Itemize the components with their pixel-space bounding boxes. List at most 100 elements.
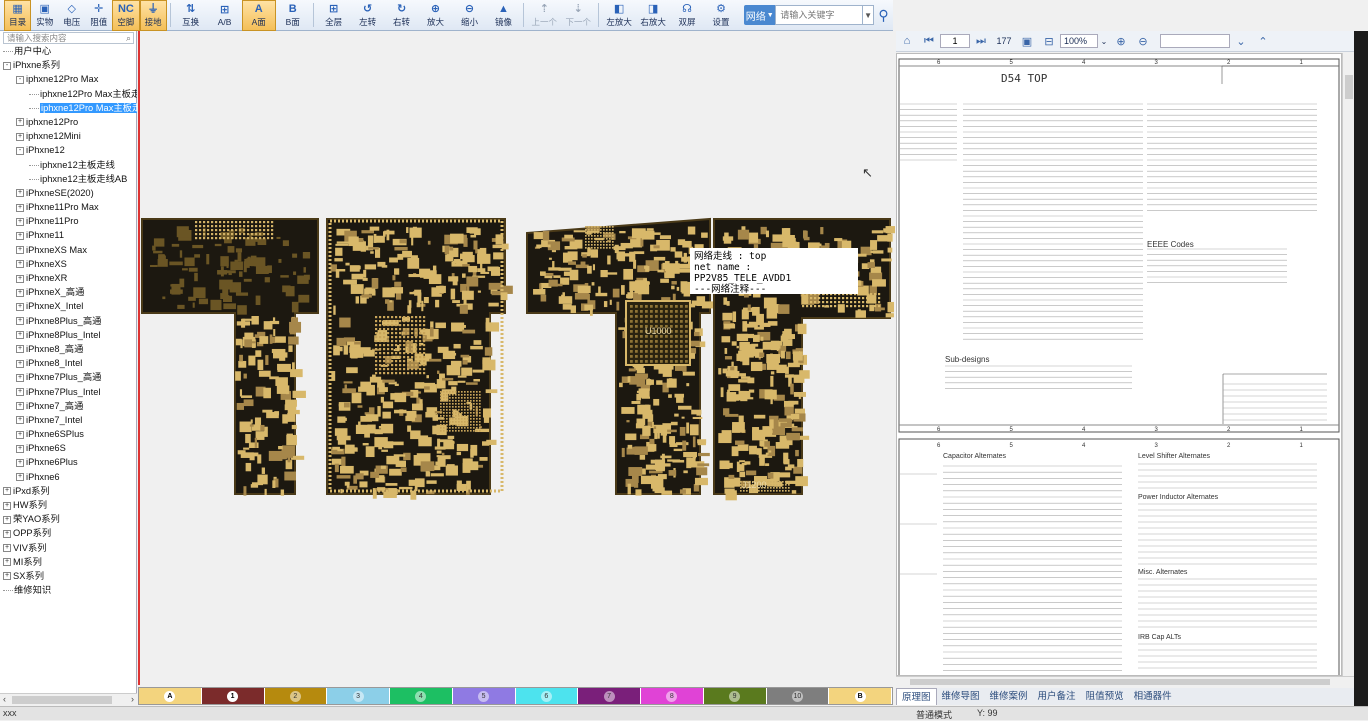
tree-node[interactable]: - iphxne12Pro Max xyxy=(0,72,137,86)
layer-tab[interactable]: 2 xyxy=(264,688,328,704)
expand-icon[interactable]: + xyxy=(16,260,24,269)
zoom-dropdown-icon[interactable]: ⌄ xyxy=(1098,37,1110,46)
tab-4[interactable]: 阻值预览 xyxy=(1081,688,1129,705)
last-page-icon[interactable]: ⏭ xyxy=(970,35,992,48)
keyword-search-input[interactable] xyxy=(775,5,864,25)
prev-button[interactable]: ⇡ 上一个 xyxy=(527,0,561,31)
tree-node[interactable]: + iPhxne7_Intel xyxy=(0,413,137,427)
zoom-out-button[interactable]: ⊖ 缩小 xyxy=(453,0,487,31)
document-horizontal-scrollbar[interactable] xyxy=(896,676,1354,687)
tree-node[interactable]: + iPhxne7_高通 xyxy=(0,399,137,413)
tree-node[interactable]: + MI系列 xyxy=(0,555,137,569)
expand-icon[interactable]: + xyxy=(16,359,24,368)
tree-node[interactable]: + VIV系列 xyxy=(0,541,137,555)
tree-node[interactable]: - iPhxne系列 xyxy=(0,58,137,72)
expand-icon[interactable]: + xyxy=(16,373,24,382)
tree-node[interactable]: + iPhxne6SPlus xyxy=(0,427,137,441)
tree-node[interactable]: + iPhxne6Plus xyxy=(0,455,137,469)
find-prev-icon[interactable]: ⌃ xyxy=(1252,35,1274,48)
expand-icon[interactable]: + xyxy=(3,544,11,553)
expand-icon[interactable]: + xyxy=(16,345,24,354)
layer-tab[interactable]: 10 xyxy=(766,688,830,704)
settings-button[interactable]: ⚙ 设置 xyxy=(704,0,738,31)
expand-icon[interactable]: + xyxy=(3,515,11,524)
voltage-button[interactable]: ◇ 电压 xyxy=(58,0,85,31)
first-page-icon[interactable]: ⏮ xyxy=(918,35,940,48)
tree-node[interactable]: + iPhxne8Plus_Intel xyxy=(0,328,137,342)
mirror-button[interactable]: ▲ 镜像 xyxy=(486,0,520,31)
tree-node[interactable]: + iPhxne6S xyxy=(0,441,137,455)
expand-icon[interactable]: + xyxy=(16,331,24,340)
next-button[interactable]: ⇣ 下一个 xyxy=(561,0,595,31)
nc-pin-button[interactable]: NC 空脚 xyxy=(112,0,140,31)
tab-2[interactable]: 维修案例 xyxy=(985,688,1033,705)
collapse-icon[interactable]: - xyxy=(3,61,11,70)
layer-tab[interactable]: 6 xyxy=(515,688,579,704)
right-zoom-button[interactable]: ◨ 右放大 xyxy=(636,0,670,31)
tree-node[interactable]: + iPhxneSE(2020) xyxy=(0,186,137,200)
collapse-icon[interactable]: - xyxy=(16,146,24,155)
tree-node[interactable]: + iPhxneX_Intel xyxy=(0,299,137,313)
tree-search-input[interactable]: 请输入搜索内容 ⌕ xyxy=(3,32,134,44)
scroll-thumb[interactable] xyxy=(1345,75,1353,99)
zoom-out-icon[interactable]: ⊖ xyxy=(1132,35,1154,48)
rotate-right-button[interactable]: ↻ 右转 xyxy=(385,0,419,31)
tree-node[interactable]: + iPhxne11 xyxy=(0,228,137,242)
zoom-in-icon[interactable]: ⊕ xyxy=(1110,35,1132,48)
b-side-button[interactable]: B B面 xyxy=(276,0,310,31)
layer-tab[interactable]: B xyxy=(829,688,892,704)
tree-horizontal-scrollbar[interactable]: ‹ › xyxy=(0,693,137,706)
zoom-select[interactable]: 100% xyxy=(1060,34,1098,48)
board-canvas[interactable]: U1000 J1200 网络走线 : top net name : PP2V85_… xyxy=(138,31,895,685)
expand-icon[interactable]: + xyxy=(16,231,24,240)
find-next-icon[interactable]: ⌄ xyxy=(1230,35,1252,48)
expand-icon[interactable]: + xyxy=(16,416,24,425)
tree-node[interactable]: + iPhxne8Plus_高通 xyxy=(0,314,137,328)
rotate-left-button[interactable]: ↺ 左转 xyxy=(351,0,385,31)
scroll-right-icon[interactable]: › xyxy=(131,694,134,704)
zoom-in-button[interactable]: ⊕ 放大 xyxy=(419,0,453,31)
expand-icon[interactable]: + xyxy=(16,288,24,297)
ab-side-button[interactable]: ⊞ A/B xyxy=(208,0,242,31)
layer-tab[interactable]: 4 xyxy=(390,688,453,704)
expand-icon[interactable]: + xyxy=(16,402,24,411)
tab-1[interactable]: 维修导图 xyxy=(937,688,985,705)
board-view[interactable]: U1000J1200 xyxy=(140,31,895,685)
page-number-input[interactable] xyxy=(940,34,970,48)
all-layers-button[interactable]: ⊞ 全层 xyxy=(317,0,351,31)
tree-node[interactable]: + iPhxne7Plus_高通 xyxy=(0,370,137,384)
expand-icon[interactable]: + xyxy=(16,302,24,311)
tree-node[interactable]: + iPhxne8_Intel xyxy=(0,356,137,370)
expand-icon[interactable]: + xyxy=(16,189,24,198)
expand-icon[interactable]: + xyxy=(3,572,11,581)
layer-tab[interactable]: 5 xyxy=(452,688,516,704)
tree-node[interactable]: + iPhxne7Plus_Intel xyxy=(0,385,137,399)
layer-tab[interactable]: 1 xyxy=(201,688,265,704)
catalog-button[interactable]: ▦ 目录 xyxy=(4,0,32,31)
layer-tab[interactable]: 9 xyxy=(703,688,767,704)
tree-node[interactable]: + iPhxneXS xyxy=(0,257,137,271)
tree-node[interactable]: + iPhxneXS Max xyxy=(0,243,137,257)
collapse-icon[interactable]: - xyxy=(16,75,24,84)
tree-node[interactable]: + iphxne12Mini xyxy=(0,129,137,143)
tree-node[interactable]: + iPhxne6 xyxy=(0,470,137,484)
tree-node[interactable]: + iPxd系列 xyxy=(0,484,137,498)
expand-icon[interactable]: + xyxy=(16,203,24,212)
tree-node[interactable]: + SX系列 xyxy=(0,569,137,583)
resistance-button[interactable]: ✛ 阻值 xyxy=(85,0,112,31)
tree-node[interactable]: + iPhxne11Pro xyxy=(0,214,137,228)
tree-node[interactable]: + 荣YAO系列 xyxy=(0,512,137,526)
tree-node[interactable]: + OPP系列 xyxy=(0,526,137,540)
search-icon[interactable]: ⚲ xyxy=(874,0,893,30)
schematic-document[interactable]: 654321654321 D54 TOP EEEE Codes Sub-desi… xyxy=(896,53,1342,676)
tab-3[interactable]: 用户备注 xyxy=(1033,688,1081,705)
ground-button[interactable]: ⏚ 接地 xyxy=(139,0,167,31)
expand-icon[interactable]: + xyxy=(16,274,24,283)
tree-node[interactable]: + iPhxne11Pro Max xyxy=(0,200,137,214)
expand-icon[interactable]: + xyxy=(3,487,11,496)
home-icon[interactable]: ⌂ xyxy=(896,35,918,47)
tree-node[interactable]: + iphxne12Pro xyxy=(0,115,137,129)
keyword-dropdown-icon[interactable]: ▼ xyxy=(863,5,874,25)
document-vertical-scrollbar[interactable] xyxy=(1342,53,1354,676)
fit-width-icon[interactable]: ⊟ xyxy=(1038,35,1060,48)
